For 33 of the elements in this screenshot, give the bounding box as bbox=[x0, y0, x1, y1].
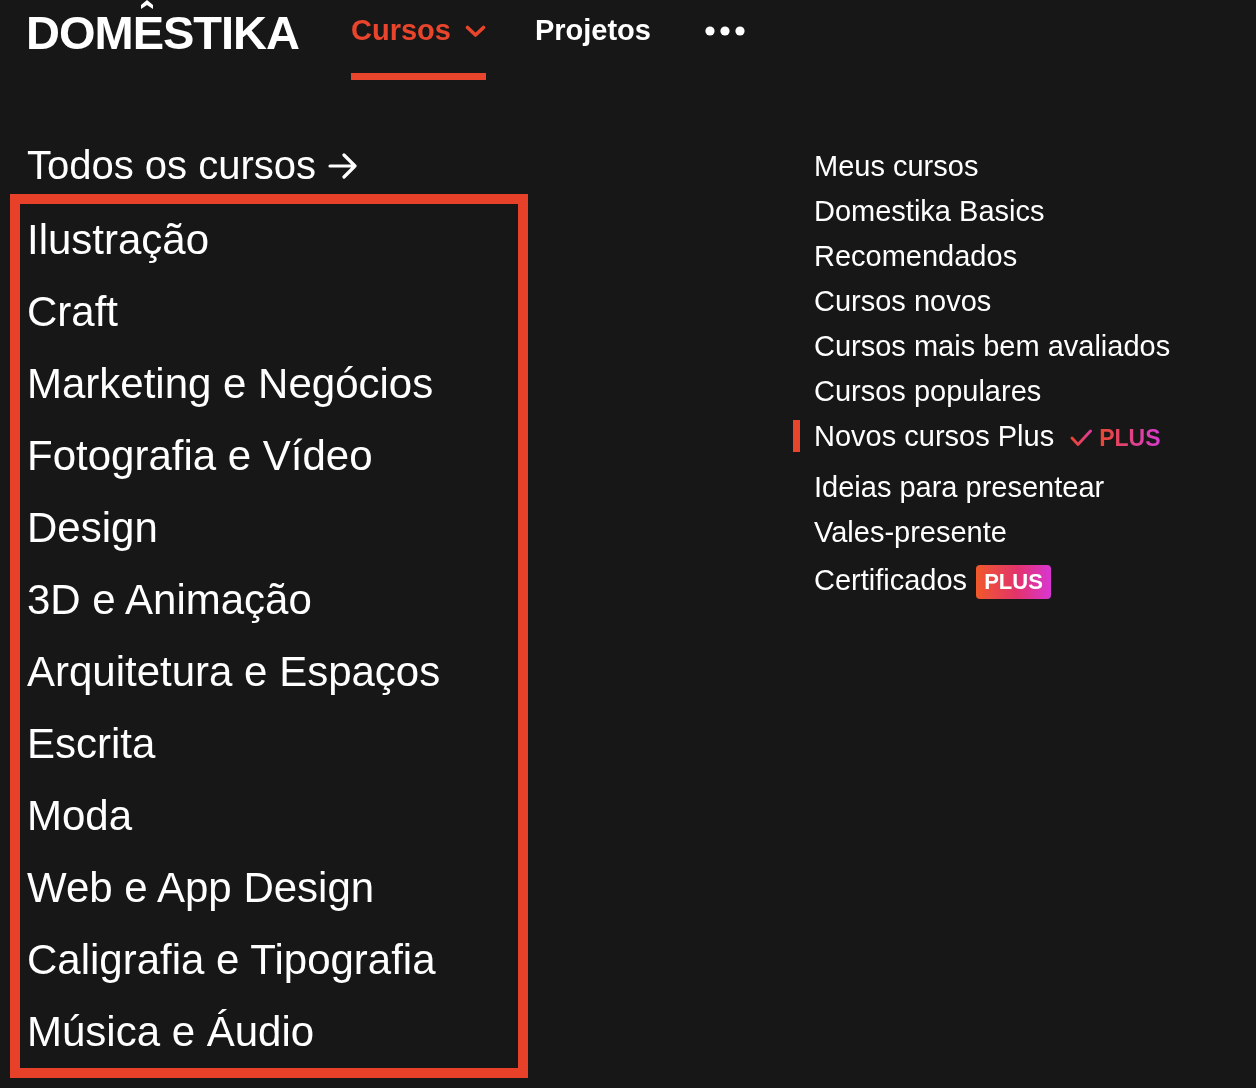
category-link[interactable]: Ilustração bbox=[27, 204, 210, 276]
category-link[interactable]: Arquitetura e Espaços bbox=[27, 636, 441, 708]
menu-link[interactable]: Cursos novos bbox=[793, 285, 992, 317]
logo-mark-icon bbox=[140, 0, 153, 9]
menu-link[interactable]: Domestika Basics bbox=[793, 195, 1045, 227]
menu-link[interactable]: Novos cursos Plus PLUS bbox=[793, 420, 1161, 452]
logo[interactable]: DOMESTIKA bbox=[26, 0, 299, 56]
category-link[interactable]: Escrita bbox=[27, 708, 156, 780]
menu-link[interactable]: Vales-presente bbox=[793, 516, 1007, 548]
category-link[interactable]: 3D e Animação bbox=[27, 564, 312, 636]
category-link[interactable]: Fotografia e Vídeo bbox=[27, 420, 373, 492]
category-link[interactable]: Música e Áudio bbox=[27, 996, 315, 1068]
menu-link[interactable]: Certificados PLUS bbox=[793, 561, 1051, 599]
projects-tab[interactable]: Projetos bbox=[534, 0, 651, 80]
category-link[interactable]: Caligrafia e Tipografia bbox=[27, 924, 436, 996]
arrow-right-icon bbox=[328, 152, 359, 179]
menu-link[interactable]: Ideias para presentear bbox=[793, 471, 1105, 503]
category-link[interactable]: Moda bbox=[27, 780, 133, 852]
more-button[interactable] bbox=[704, 26, 745, 36]
all-courses-link[interactable]: Todos os cursos bbox=[27, 137, 359, 194]
category-link[interactable]: Marketing e Negócios bbox=[27, 348, 434, 420]
check-icon bbox=[1070, 429, 1093, 447]
plus-badge: PLUS bbox=[976, 565, 1051, 599]
category-link[interactable]: Design bbox=[27, 492, 158, 564]
menu-link[interactable]: Meus cursos bbox=[793, 150, 979, 182]
more-icon bbox=[704, 26, 745, 36]
chevron-down-icon bbox=[464, 24, 486, 38]
menu-link[interactable]: Cursos populares bbox=[793, 375, 1042, 407]
courses-tab[interactable]: Cursos bbox=[351, 0, 486, 80]
category-link[interactable]: Web e App Design bbox=[27, 852, 375, 924]
category-link[interactable]: Craft bbox=[27, 276, 118, 348]
menu-link[interactable]: Cursos mais bem avaliados bbox=[793, 330, 1171, 362]
menu-link[interactable]: Recomendados bbox=[793, 240, 1018, 272]
